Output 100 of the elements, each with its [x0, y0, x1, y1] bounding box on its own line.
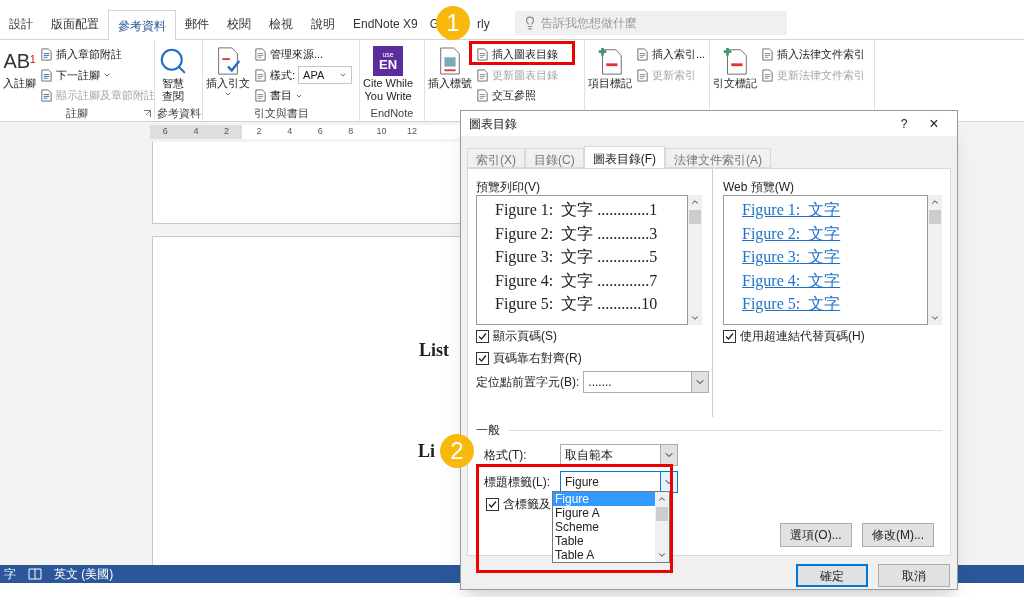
ribbon-command[interactable]: 交互參照 — [476, 85, 558, 106]
dialog-launcher-icon[interactable] — [144, 110, 151, 117]
dialog-tab[interactable]: 目錄(C) — [525, 148, 584, 168]
scrollbar[interactable] — [928, 195, 942, 325]
ribbon-command[interactable]: 插入索引... — [636, 44, 706, 65]
dialog-tab[interactable]: 圖表目錄(F) — [583, 146, 665, 168]
dropdown-option[interactable]: Table A — [553, 548, 655, 562]
language-status[interactable]: 英文 (美國) — [54, 565, 114, 583]
preview-link[interactable]: Figure 4: 文字 — [742, 268, 841, 292]
ribbon-command[interactable]: 插入章節附註 — [40, 44, 155, 65]
document-icon — [40, 89, 53, 103]
caret-icon — [103, 71, 111, 79]
dialog-button[interactable]: 修改(M)... — [862, 523, 934, 547]
dropdown-option[interactable]: Table — [553, 534, 655, 548]
field-label: 格式(T): — [484, 447, 528, 464]
heading-text: Li — [418, 439, 435, 463]
ribbon-button[interactable]: AB$^{1}$ 入註腳 — [3, 44, 36, 106]
ribbon-tab[interactable]: EndNote X9 — [344, 9, 427, 39]
dialog-button[interactable]: 取消 — [878, 564, 950, 587]
scroll-up-icon[interactable] — [930, 197, 940, 207]
group-label: 註腳 — [66, 106, 88, 121]
help-button[interactable]: ? — [889, 114, 919, 133]
ribbon-command[interactable]: 下一註腳 — [40, 64, 155, 86]
document-icon — [761, 48, 774, 61]
scroll-up-icon[interactable] — [657, 494, 667, 504]
style-dropdown[interactable]: APA — [298, 66, 353, 84]
checkbox-label: 頁碼靠右對齊(R) — [493, 350, 582, 367]
checkbox[interactable] — [723, 329, 736, 343]
ribbon-tab[interactable]: 說明 — [302, 9, 344, 39]
ribbon-tab[interactable]: 郵件 — [176, 9, 218, 39]
dropdown-option[interactable]: Scheme — [553, 520, 655, 534]
close-button[interactable]: × — [919, 111, 949, 136]
field-label: Web 預覽(W) — [723, 179, 796, 195]
field-label: 標題標籤(L): — [484, 474, 551, 491]
style-label: 樣式: — [270, 67, 296, 83]
field-label: 定位點前置字元(B): — [476, 374, 580, 391]
ribbon-command[interactable]: 插入圖表目錄 — [476, 44, 558, 65]
preview-link[interactable]: Figure 5: 文字 — [742, 292, 841, 316]
dialog-title: 圖表目錄 — [469, 115, 518, 133]
scrollbar[interactable] — [688, 195, 702, 325]
preview-link[interactable]: Figure 1: 文字 — [742, 198, 841, 222]
caret-icon — [224, 90, 232, 98]
ribbon-button[interactable]: 智慧 查閱 — [158, 44, 188, 106]
ribbon-button[interactable]: 引文標記 — [713, 44, 757, 106]
group-label: 參考資料 — [156, 106, 201, 121]
ribbon-tab[interactable]: 設計 — [0, 9, 42, 39]
format-dropdown[interactable]: 取自範本 — [560, 444, 678, 466]
document-icon — [476, 47, 489, 61]
document-icon — [254, 89, 267, 103]
dialog-tab[interactable]: 法律文件索引(A) — [665, 148, 771, 168]
dialog-button[interactable]: 選項(O)... — [780, 523, 852, 547]
ribbon-command[interactable]: 插入法律文件索引 — [761, 44, 865, 65]
proofing-icon[interactable] — [28, 568, 42, 580]
group-label: 引文與書目 — [253, 106, 309, 121]
preview-link[interactable]: Figure 3: 文字 — [742, 245, 841, 269]
scroll-down-icon[interactable] — [657, 550, 667, 560]
document-icon — [254, 47, 267, 61]
footnote-icon: AB$^{1}$ — [3, 50, 36, 71]
document-icon — [476, 68, 489, 82]
scroll-thumb[interactable] — [689, 210, 701, 224]
dropdown-option[interactable]: Figure A — [553, 506, 655, 520]
ribbon-command[interactable]: 管理來源... — [254, 44, 353, 65]
ribbon-button[interactable]: 項目標記 — [588, 44, 632, 106]
document-icon — [40, 68, 53, 82]
scroll-down-icon[interactable] — [930, 313, 940, 323]
scroll-down-icon[interactable] — [690, 313, 700, 323]
image-caption-icon — [437, 45, 463, 76]
ribbon-tab[interactable]: 檢視 — [260, 9, 302, 39]
preview-link[interactable]: Figure 2: 文字 — [742, 221, 841, 245]
document-icon — [761, 69, 774, 82]
status-text: 字 — [4, 566, 16, 583]
ribbon-button[interactable]: 插入標號 — [428, 44, 472, 106]
scroll-thumb[interactable] — [929, 210, 941, 224]
leader-dropdown[interactable]: ....... — [583, 371, 710, 393]
scrollbar[interactable] — [655, 492, 669, 562]
ribbon-tab[interactable]: 校閱 — [218, 9, 260, 39]
ruler: 6 4 2 2 4 6 8 10 12 — [150, 125, 460, 139]
scroll-thumb[interactable] — [656, 507, 668, 521]
document-icon — [476, 89, 489, 103]
document-icon — [40, 47, 53, 61]
ribbon-tab[interactable]: 參考資料 — [108, 10, 176, 40]
field-label: 預覽列印(V) — [476, 179, 541, 195]
checkbox[interactable] — [486, 497, 499, 511]
dialog-button[interactable]: 確定 — [796, 564, 868, 587]
ribbon-tab[interactable]: 版面配置 — [42, 9, 108, 39]
document-icon — [636, 48, 649, 61]
checkbox[interactable] — [476, 329, 489, 343]
dialog-tab[interactable]: 索引(X) — [467, 148, 525, 168]
ribbon-button[interactable]: 插入引文 — [206, 44, 250, 106]
scroll-up-icon[interactable] — [690, 197, 700, 207]
heading-text: List — [419, 338, 449, 362]
ribbon-command[interactable]: 書目 — [254, 85, 353, 106]
caret-icon — [339, 71, 348, 79]
checkbox[interactable] — [476, 351, 489, 365]
checkbox-label: 顯示頁碼(S) — [493, 328, 557, 345]
checkbox-label: 使用超連結代替頁碼(H) — [740, 328, 865, 345]
ribbon-tab[interactable]: rly — [477, 9, 499, 39]
print-preview-box: Figure 1: 文字 .............1 Figure 2: 文字 .............3 Figure 3: 文字 .............5 Figure 4: 文字 .............7 Figure 5: 文字 ...........10 — [476, 195, 688, 325]
checkbox-label: 含標籤及 — [503, 496, 551, 513]
section-label: 一般 — [476, 422, 500, 439]
